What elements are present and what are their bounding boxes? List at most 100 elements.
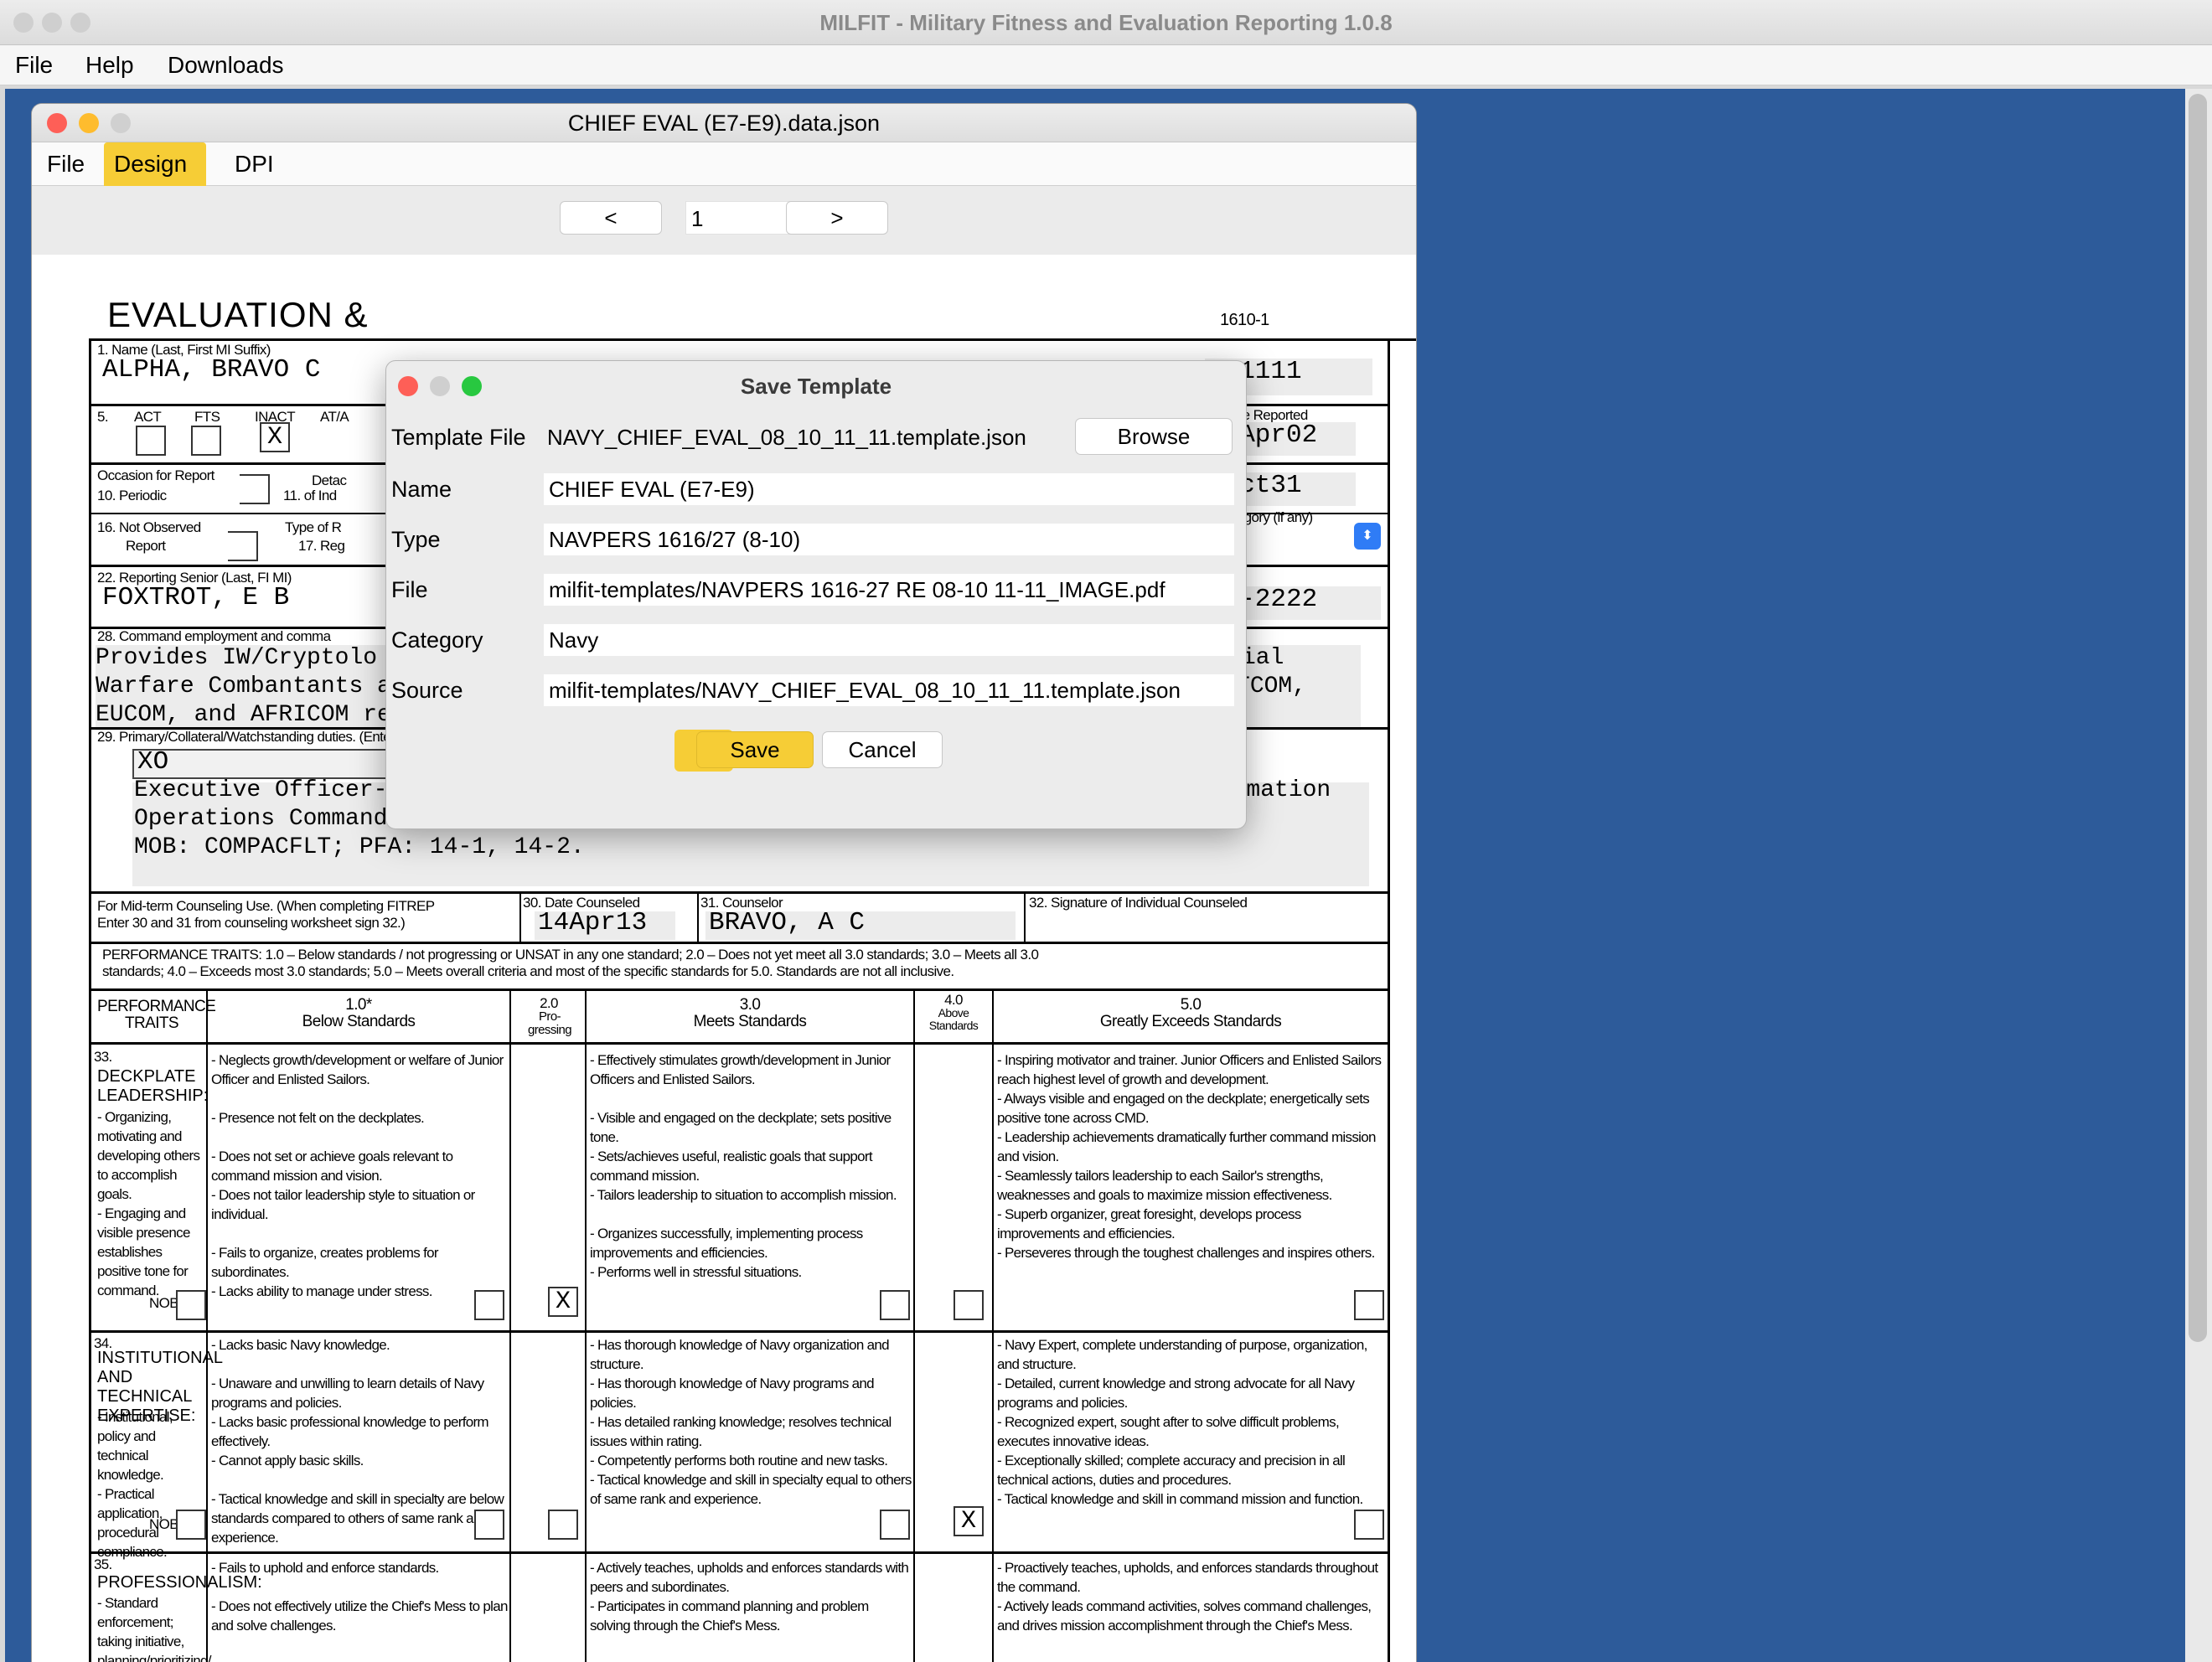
save-button[interactable]: Save — [696, 731, 814, 768]
counselor-value[interactable]: BRAVO, A C — [709, 908, 865, 937]
trait-33-checkbox-2[interactable]: X — [548, 1287, 578, 1317]
duty-abbrev-value[interactable]: XO — [137, 747, 168, 777]
close-window-button[interactable] — [13, 13, 34, 33]
minimize-window-button[interactable] — [42, 13, 62, 33]
duty-abbrev-box[interactable] — [132, 749, 402, 779]
trait-33-greatly: - Inspiring motivator and trainer. Junio… — [997, 1052, 1382, 1261]
checkbox-inact[interactable]: X — [260, 422, 290, 452]
command-line-1[interactable]: Provides IW/Cryptolo — [96, 645, 377, 671]
trait-35-name: PROFESSIONALISM: — [97, 1573, 262, 1592]
form-number: 1610-1 — [1220, 311, 1269, 329]
trait-34-greatly: - Navy Expert, complete understanding of… — [997, 1337, 1367, 1507]
form-heading: EVALUATION & — [107, 295, 369, 334]
trait-34-nob: NOB — [149, 1516, 179, 1532]
reporting-senior-value[interactable]: FOXTROT, E B — [102, 583, 289, 612]
trait-33-checkbox-4[interactable] — [954, 1290, 984, 1320]
label-act: ACT — [134, 409, 162, 425]
menu-downloads[interactable]: Downloads — [168, 52, 284, 79]
trait-33-nob-checkbox[interactable] — [176, 1290, 206, 1320]
name-value[interactable]: ALPHA, BRAVO C — [102, 355, 320, 385]
trait-33-below: - Neglects growth/development or welfare… — [211, 1052, 504, 1299]
template-file-field[interactable]: NAVY_CHIEF_EVAL_08_10_11_11.template.jso… — [542, 421, 1053, 453]
trait-34-checkbox-4[interactable]: X — [954, 1506, 984, 1536]
browse-button[interactable]: Browse — [1075, 418, 1233, 455]
label-midterm: For Mid-term Counseling Use. (When compl… — [97, 898, 435, 914]
trait-34-below: - Lacks basic Navy knowledge. - Unaware … — [211, 1337, 504, 1546]
file-label: File — [391, 577, 428, 602]
label-detach-2: 11. of Ind — [283, 488, 337, 503]
trait-33-checkbox-3[interactable] — [880, 1290, 910, 1320]
perf-note-2: standards; 4.0 – Exceeds most 3.0 standa… — [102, 963, 954, 979]
file-input[interactable]: milfit-templates/NAVPERS 1616-27 RE 08-1… — [544, 574, 1234, 606]
label-fts: FTS — [194, 409, 220, 425]
duties-line-2[interactable]: Operations Command. — [134, 806, 401, 832]
cancel-button[interactable]: Cancel — [822, 731, 943, 768]
trait-35-greatly: - Proactively teaches, upholds, and enfo… — [997, 1560, 1378, 1634]
label-detach: Detac — [312, 472, 347, 488]
checkbox-not-observed[interactable] — [228, 531, 258, 561]
next-page-button[interactable]: > — [786, 201, 888, 235]
trait-33-name: DECKPLATE LEADERSHIP: — [97, 1067, 209, 1105]
header-1: 1.0* — [345, 996, 372, 1014]
trait-34-checkbox-3[interactable] — [880, 1510, 910, 1540]
subcategory-select-chevron-icon[interactable]: ⬍ — [1354, 523, 1381, 550]
doc-menu-file[interactable]: File — [37, 142, 95, 186]
name-input[interactable]: CHIEF EVAL (E7-E9) — [544, 473, 1234, 505]
label-type-of: Type of R — [285, 519, 342, 535]
label-occasion: Occasion for Report — [97, 467, 214, 483]
header-5-text: Greatly Exceeds Standards — [1099, 1013, 1282, 1030]
page-number-field[interactable]: 1 — [685, 201, 794, 235]
doc-zoom-button[interactable] — [111, 113, 131, 133]
previous-page-button[interactable]: < — [560, 201, 662, 235]
trait-33-meets: - Effectively stimulates growth/developm… — [590, 1052, 897, 1280]
command-line-1-end[interactable]: ial — [1242, 645, 1284, 671]
trait-34-checkbox-2[interactable] — [548, 1510, 578, 1540]
app-menubar: File Help Downloads — [0, 45, 2212, 85]
label-command-employment: 28. Command employment and comma — [97, 628, 331, 644]
trait-33-num: 33. — [94, 1049, 112, 1065]
trait-35-below: - Fails to uphold and enforce standards.… — [211, 1560, 508, 1634]
doc-close-button[interactable] — [47, 113, 67, 133]
category-input[interactable]: Navy — [544, 624, 1234, 656]
template-file-label: Template File — [391, 425, 526, 450]
checkbox-periodic[interactable] — [240, 474, 270, 504]
app-titlebar: MILFIT - Military Fitness and Evaluation… — [0, 0, 2212, 45]
document-titlebar: CHIEF EVAL (E7-E9).data.json — [32, 104, 1416, 142]
trait-35-num: 35. — [94, 1556, 112, 1572]
label-periodic: 10. Periodic — [97, 488, 167, 503]
trait-34-nob-checkbox[interactable] — [176, 1510, 206, 1540]
zoom-window-button[interactable] — [70, 13, 90, 33]
document-title: CHIEF EVAL (E7-E9).data.json — [567, 111, 881, 136]
dialog-title: Save Template — [740, 374, 892, 399]
trait-35-meets: - Actively teaches, upholds and enforces… — [590, 1560, 909, 1634]
doc-minimize-button[interactable] — [79, 113, 99, 133]
save-template-dialog: Save Template Template File NAVY_CHIEF_E… — [385, 360, 1247, 829]
trait-33-checkbox-1[interactable] — [474, 1290, 504, 1320]
menu-help[interactable]: Help — [85, 52, 134, 79]
checkbox-act[interactable] — [136, 426, 166, 456]
type-input[interactable]: NAVPERS 1616/27 (8-10) — [544, 524, 1234, 555]
trait-34-meets: - Has thorough knowledge of Navy organiz… — [590, 1337, 912, 1507]
perf-note-1: PERFORMANCE TRAITS: 1.0 – Below standard… — [102, 947, 1039, 963]
category-label: Category — [391, 627, 483, 653]
document-window: CHIEF EVAL (E7-E9).data.json File Design… — [32, 104, 1416, 1662]
date-counseled-value[interactable]: 14Apr13 — [538, 908, 647, 937]
header-3-text: Meets Standards — [693, 1013, 807, 1030]
checkbox-fts[interactable] — [191, 426, 221, 456]
header-traits: PERFORMANCE TRAITS — [97, 998, 216, 1032]
trait-34-checkbox-1[interactable] — [474, 1510, 504, 1540]
trait-34-checkbox-5[interactable] — [1354, 1510, 1384, 1540]
trait-33-checkbox-5[interactable] — [1354, 1290, 1384, 1320]
trait-33-nob: NOB — [149, 1295, 179, 1311]
label-atadsw: AT/A — [320, 409, 349, 425]
trait-33-desc: - Organizing, motivating and developing … — [97, 1109, 200, 1298]
label-regular: 17. Reg — [298, 538, 345, 554]
menu-file[interactable]: File — [15, 52, 53, 79]
source-label: Source — [391, 678, 463, 703]
scrollbar-thumb[interactable] — [2189, 94, 2207, 1342]
label-block5: 5. — [97, 409, 109, 425]
doc-menu-dpi[interactable]: DPI — [225, 142, 284, 186]
header-5: 5.0 — [1180, 996, 1202, 1014]
duties-line-3[interactable]: MOB: COMPACFLT; PFA: 14-1, 14-2. — [134, 834, 585, 860]
source-input[interactable]: milfit-templates/NAVY_CHIEF_EVAL_08_10_1… — [544, 674, 1234, 706]
